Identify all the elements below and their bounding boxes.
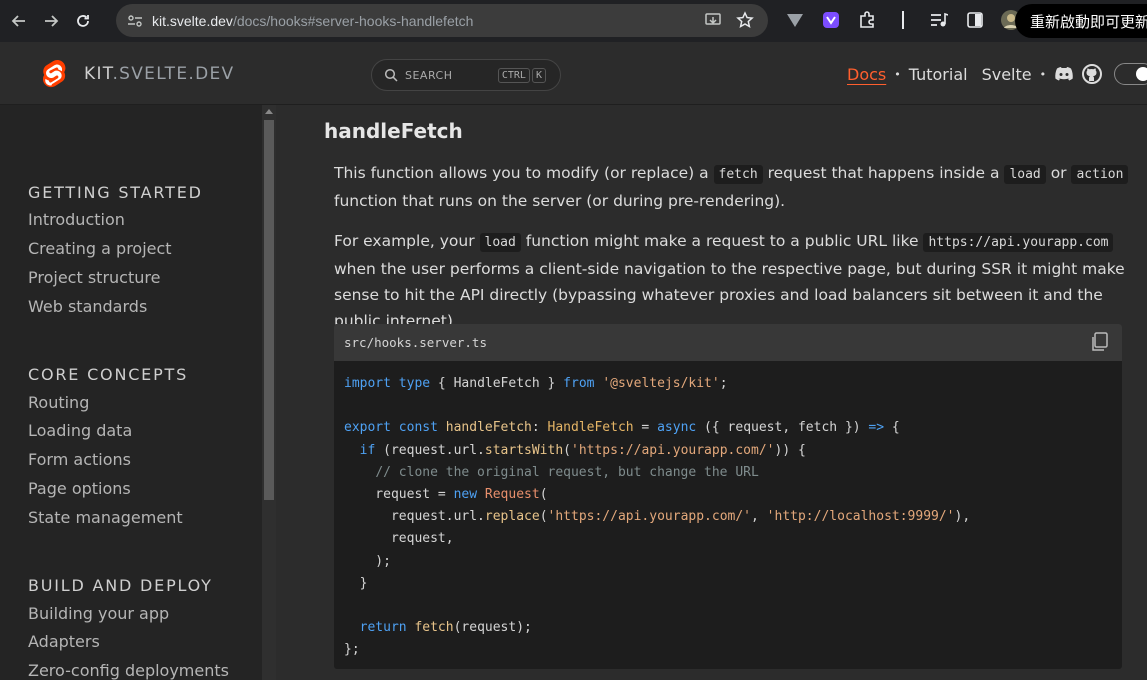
media-queue-icon[interactable] bbox=[928, 9, 950, 31]
inline-code: load bbox=[479, 233, 521, 252]
code-line: export const handleFetch: HandleFetch = … bbox=[344, 420, 900, 436]
sidebar-section-getting-started: GETTING STARTED bbox=[28, 183, 203, 202]
text: request that happens inside a bbox=[762, 164, 1005, 182]
url-host: kit.svelte.dev bbox=[152, 12, 233, 29]
code-line: return fetch(request); bbox=[359, 620, 532, 636]
inline-code: fetch bbox=[713, 165, 763, 184]
separator-icon bbox=[892, 9, 914, 31]
sidebar-item-creating-a-project[interactable]: Creating a project bbox=[28, 239, 172, 258]
code-line: // clone the original request, but chang… bbox=[375, 464, 759, 480]
section-heading: handleFetch bbox=[324, 119, 463, 143]
code-line: }; bbox=[344, 642, 360, 658]
sidebar-item-web-standards[interactable]: Web standards bbox=[28, 297, 147, 316]
text: function that runs on the server (or dur… bbox=[334, 192, 786, 210]
nav-docs-link[interactable]: Docs bbox=[847, 65, 886, 84]
inline-code: https://api.yourapp.com bbox=[923, 233, 1114, 252]
code-block: src/hooks.server.ts import type { Handle… bbox=[334, 324, 1122, 669]
code-filename: src/hooks.server.ts bbox=[334, 324, 1122, 361]
inline-code: load bbox=[1004, 165, 1046, 184]
code-content: import type { HandleFetch } from '@svelt… bbox=[334, 361, 1122, 662]
purple-extension-icon[interactable] bbox=[820, 9, 842, 31]
kbd-k: K bbox=[531, 68, 546, 83]
address-bar[interactable]: kit.svelte.dev/docs/hooks#server-hooks-h… bbox=[116, 4, 768, 37]
text: For example, your bbox=[334, 232, 480, 250]
sidebar-section-build-and-deploy: BUILD AND DEPLOY bbox=[28, 576, 213, 595]
vpn-extension-icon[interactable] bbox=[784, 9, 806, 31]
bookmark-star-icon[interactable] bbox=[736, 11, 754, 33]
reload-icon[interactable] bbox=[71, 9, 95, 33]
inline-code: action bbox=[1071, 165, 1129, 184]
url-text[interactable]: kit.svelte.dev/docs/hooks#server-hooks-h… bbox=[152, 13, 473, 29]
nav-tutorial-link[interactable]: Tutorial bbox=[909, 65, 968, 84]
nav-separator: • bbox=[1039, 67, 1047, 81]
docs-content: handleFetch This function allows you to … bbox=[276, 105, 1147, 680]
code-line: ); bbox=[344, 553, 391, 569]
site-info-icon[interactable] bbox=[126, 12, 144, 30]
extensions-puzzle-icon[interactable] bbox=[856, 9, 878, 31]
code-line: request, bbox=[344, 531, 454, 547]
sidebar-section-core-concepts: CORE CONCEPTS bbox=[28, 365, 189, 384]
sidebar-item-loading-data[interactable]: Loading data bbox=[28, 421, 132, 440]
svelte-logo-icon[interactable] bbox=[40, 59, 67, 91]
search-placeholder: SEARCH bbox=[405, 68, 453, 82]
moon-icon bbox=[1136, 67, 1147, 81]
code-line: if (request.url.startsWith('https://api.… bbox=[359, 442, 806, 458]
paragraph-intro: This function allows you to modify (or r… bbox=[334, 160, 1134, 214]
code-line: request.url.replace('https://api.yourapp… bbox=[344, 509, 971, 525]
text: function might make a request to a publi… bbox=[520, 232, 924, 250]
search-button[interactable]: SEARCH CTRL K bbox=[371, 59, 561, 91]
text: or bbox=[1045, 164, 1072, 182]
sidebar-item-routing[interactable]: Routing bbox=[28, 393, 89, 412]
sidebar-item-project-structure[interactable]: Project structure bbox=[28, 268, 160, 287]
text: This function allows you to modify (or r… bbox=[334, 164, 714, 182]
theme-toggle[interactable] bbox=[1114, 63, 1147, 85]
forward-icon[interactable] bbox=[39, 9, 63, 33]
url-path: /docs/hooks#server-hooks-handlefetch bbox=[232, 12, 474, 29]
nav-svelte-link[interactable]: Svelte bbox=[982, 65, 1032, 84]
restart-to-update-button[interactable]: 重新啟動即可更新 bbox=[1015, 4, 1147, 38]
copy-icon[interactable] bbox=[1090, 332, 1108, 352]
code-line: request = new Request( bbox=[344, 487, 548, 503]
sidebar-item-zero-config-deployments[interactable]: Zero-config deployments bbox=[28, 661, 229, 680]
sidebar-item-adapters[interactable]: Adapters bbox=[28, 632, 100, 651]
code-line: } bbox=[344, 575, 368, 591]
scroll-up-arrow-icon[interactable] bbox=[265, 109, 273, 114]
sidebar-item-introduction[interactable]: Introduction bbox=[28, 210, 125, 229]
kbd-ctrl: CTRL bbox=[497, 68, 530, 83]
back-icon[interactable] bbox=[7, 9, 31, 33]
docs-sidebar: GETTING STARTED Introduction Creating a … bbox=[0, 105, 262, 680]
scrollbar-thumb[interactable] bbox=[264, 120, 274, 500]
top-nav: Docs • Tutorial Svelte • bbox=[847, 63, 1147, 85]
sidebar-scrollbar[interactable] bbox=[262, 105, 276, 680]
install-app-icon[interactable] bbox=[704, 11, 722, 33]
nav-separator: • bbox=[894, 67, 901, 81]
site-brand[interactable]: KIT.SVELTE.DEV bbox=[84, 64, 234, 84]
side-panel-icon[interactable] bbox=[964, 9, 986, 31]
github-icon[interactable] bbox=[1082, 64, 1103, 84]
brand-kit: KIT bbox=[84, 64, 113, 84]
brand-domain: .SVELTE.DEV bbox=[112, 64, 235, 84]
text: when the user performs a client-side nav… bbox=[334, 260, 1125, 330]
search-icon bbox=[384, 68, 398, 82]
site-header: KIT.SVELTE.DEV SEARCH CTRL K Docs • Tuto… bbox=[0, 42, 1147, 105]
code-line: import type { HandleFetch } from '@svelt… bbox=[344, 376, 728, 391]
sidebar-item-building-your-app[interactable]: Building your app bbox=[28, 604, 169, 623]
sidebar-item-state-management[interactable]: State management bbox=[28, 508, 183, 527]
paragraph-example: For example, your load function might ma… bbox=[334, 228, 1134, 334]
sidebar-item-form-actions[interactable]: Form actions bbox=[28, 450, 131, 469]
sidebar-item-page-options[interactable]: Page options bbox=[28, 479, 131, 498]
discord-icon[interactable] bbox=[1054, 64, 1074, 84]
